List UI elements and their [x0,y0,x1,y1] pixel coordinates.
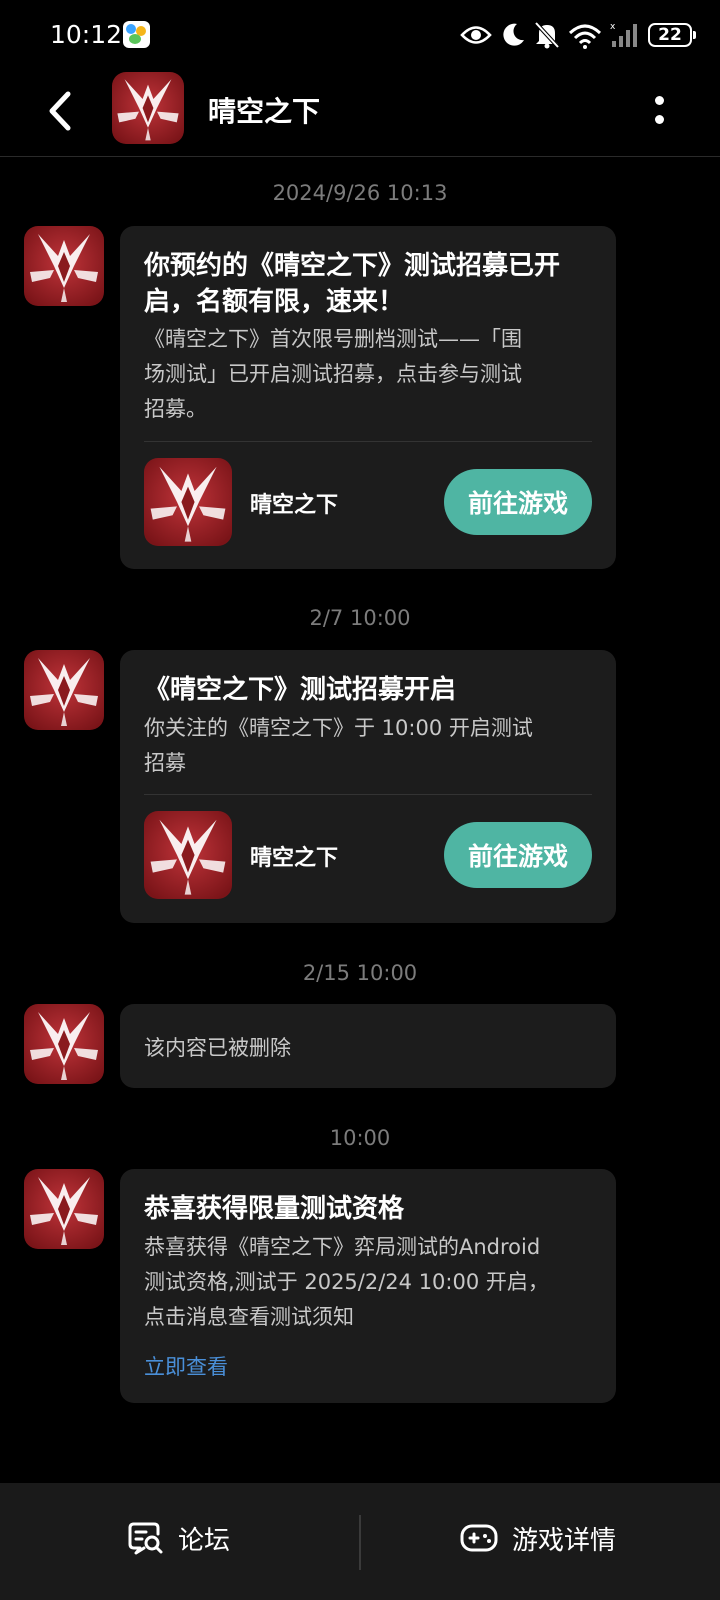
card-divider [144,794,592,795]
bottom-bar: 论坛 游戏详情 [0,1483,720,1600]
bell-off-icon [534,21,560,49]
game-detail-button[interactable]: 游戏详情 [460,1513,616,1563]
message-card[interactable]: 该内容已被删除 [120,1004,616,1088]
battery-level: 22 [658,25,682,45]
deleted-message-text: 该内容已被删除 [144,1036,291,1060]
more-options-button[interactable] [650,90,670,130]
message-card[interactable]: 你预约的《晴空之下》测试招募已开 启，名额有限，速来！ 《晴空之下》首次限号删档… [120,226,616,569]
go-to-game-button[interactable]: 前往游戏 [444,469,592,535]
more-vertical-icon [655,96,664,105]
status-time: 10:12 [50,20,123,49]
game-icon[interactable] [144,458,232,546]
battery-icon: 22 [648,23,696,47]
message-timestamp: 2024/9/26 10:13 [272,181,448,205]
forum-button[interactable]: 论坛 [128,1513,230,1563]
moon-icon [503,23,524,46]
forum-search-icon [128,1522,163,1555]
back-arrow-icon [49,91,71,131]
view-now-link[interactable]: 立即查看 [144,1351,228,1381]
app-notification-icon [123,21,150,48]
back-button[interactable] [40,86,80,136]
game-icon[interactable] [144,811,232,899]
svg-text:x: x [610,22,616,32]
message-body: 《晴空之下》首次限号删档测试——「围 场测试」已开启测试招募，点击参与测试 招募… [144,327,522,421]
signal-icon: x [610,22,637,47]
wifi-icon [568,24,602,49]
message-timestamp: 2/15 10:00 [302,961,418,985]
game-name: 晴空之下 [250,493,339,518]
message-timestamp: 10:00 [329,1126,391,1150]
message-body: 恭喜获得《晴空之下》弈局测试的Android 测试资格,测试于 2025/2/2… [144,1235,549,1329]
message-body: 你关注的《晴空之下》于 10:00 开启测试 招募 [144,716,533,775]
eye-icon [460,26,492,44]
message-title: 你预约的《晴空之下》测试招募已开 启，名额有限，速来！ [144,251,561,317]
go-to-game-button[interactable]: 前往游戏 [444,822,592,888]
game-name: 晴空之下 [250,846,339,871]
card-divider [144,441,592,442]
message-card[interactable]: 《晴空之下》测试招募开启 你关注的《晴空之下》于 10:00 开启测试 招募 晴… [120,650,616,923]
status-icons: x 22 [460,18,696,52]
forum-label: 论坛 [178,1525,231,1556]
message-title: 恭喜获得限量测试资格 [144,1194,405,1224]
bottom-divider [359,1515,361,1570]
sender-avatar[interactable] [24,1004,104,1084]
game-detail-label: 游戏详情 [512,1525,617,1556]
sender-avatar[interactable] [24,1169,104,1249]
page-title: 晴空之下 [208,95,321,128]
gamepad-icon [460,1524,498,1552]
chat-header: 晴空之下 [0,70,720,157]
message-timestamp: 2/7 10:00 [309,606,411,630]
header-game-avatar[interactable] [112,72,184,144]
message-title: 《晴空之下》测试招募开启 [144,675,457,705]
sender-avatar[interactable] [24,226,104,306]
status-bar: 10:12 x 22 [0,0,720,70]
message-card[interactable]: 恭喜获得限量测试资格 恭喜获得《晴空之下》弈局测试的Android 测试资格,测… [120,1169,616,1403]
sender-avatar[interactable] [24,650,104,730]
